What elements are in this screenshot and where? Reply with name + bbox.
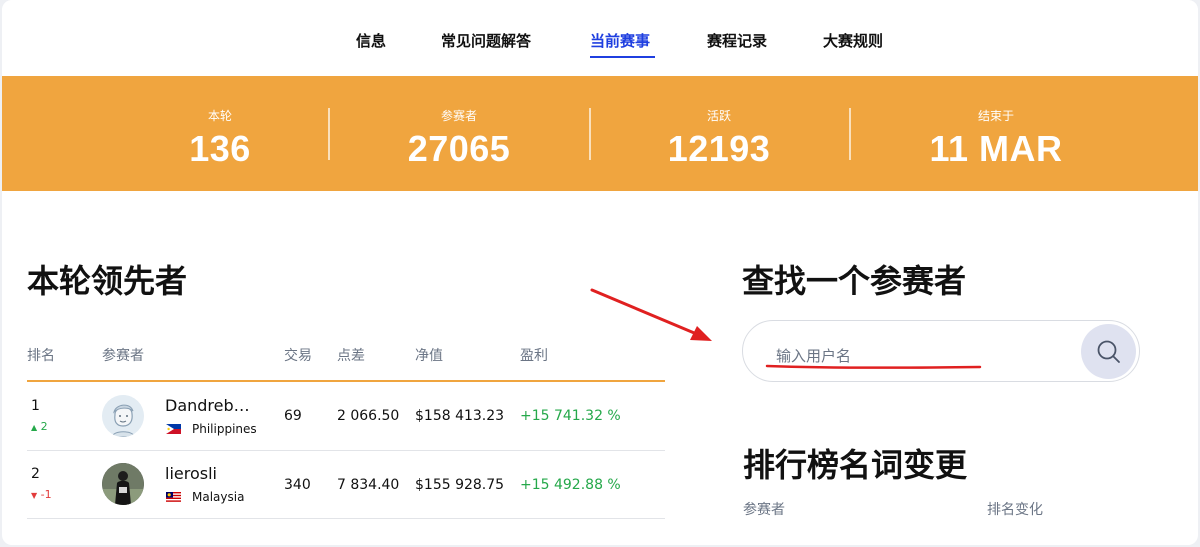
nav-item-rules[interactable]: 大赛规则	[823, 30, 883, 51]
participant-country: Philippines	[192, 422, 257, 436]
nav-item-schedule-history[interactable]: 赛程记录	[707, 30, 767, 51]
philippines-flag-icon	[166, 424, 181, 434]
malaysia-flag-icon	[166, 492, 181, 502]
col-header-rank[interactable]: 排名	[27, 345, 55, 365]
rank-changes-title: 排行榜名词变更	[743, 446, 968, 484]
stat-round-value: 136	[189, 128, 251, 169]
rank-change: ▲ 2	[31, 420, 48, 433]
stat-active-label: 活跃	[706, 109, 731, 123]
col-header-participant: 参赛者	[743, 502, 785, 518]
profit-value: +15 492.88 %	[520, 477, 621, 493]
row-divider	[27, 518, 665, 519]
rank-number: 1	[31, 398, 40, 414]
points-value: 7 834.40	[337, 477, 400, 493]
equity-value: $155 928.75	[415, 477, 505, 493]
photo-avatar-icon	[102, 463, 144, 505]
stat-participants-value: 27065	[407, 128, 511, 169]
stat-ends-value: 11 MAR	[929, 128, 1063, 169]
rank-number: 2	[31, 466, 40, 482]
points-value: 2 066.50	[337, 408, 400, 424]
stat-active-value: 12193	[667, 128, 771, 169]
stat-round: 本轮 136	[120, 76, 320, 191]
stat-divider	[589, 108, 591, 160]
cartoon-avatar-icon	[102, 395, 144, 437]
stats-banner: 本轮 136 参赛者 27065 活跃 12193 结束于 11 MAR	[2, 76, 1198, 191]
stat-participants: 参赛者 27065	[359, 76, 559, 191]
col-header-trades[interactable]: 交易	[284, 345, 312, 365]
search-input[interactable]: 输入用户名	[742, 320, 1140, 382]
nav-item-info[interactable]: 信息	[356, 30, 386, 51]
avatar[interactable]	[102, 395, 144, 437]
col-header-points[interactable]: 点差	[337, 345, 365, 365]
arrow-up-icon: ▲	[31, 423, 38, 432]
nav-item-faq[interactable]: 常见问题解答	[441, 30, 531, 51]
top-nav: 信息 常见问题解答 当前赛事 赛程记录 大赛规则	[2, 0, 1198, 76]
col-header-participant[interactable]: 参赛者	[102, 345, 144, 365]
rank-change-value: 2	[40, 420, 48, 433]
leaders-title: 本轮领先者	[27, 262, 188, 300]
stat-participants-label: 参赛者	[440, 109, 477, 123]
col-header-rank-change: 排名变化	[987, 502, 1043, 518]
active-tab-underline	[590, 56, 655, 58]
trades-value: 69	[284, 408, 302, 424]
row-divider	[27, 450, 665, 451]
stat-ends: 结束于 11 MAR	[896, 76, 1096, 191]
arrow-down-icon: ▼	[31, 491, 38, 500]
participant-country: Malaysia	[192, 490, 245, 504]
stat-active: 活跃 12193	[619, 76, 819, 191]
participant-name[interactable]: Dandreb…	[165, 396, 250, 415]
col-header-profit[interactable]: 盈利	[520, 345, 548, 365]
search-button[interactable]	[1081, 324, 1136, 379]
profit-value: +15 741.32 %	[520, 408, 621, 424]
nav-item-current-contest[interactable]: 当前赛事	[590, 30, 650, 51]
annotation-arrowhead-icon	[690, 326, 712, 341]
rank-change: ▼ -1	[31, 488, 52, 501]
search-placeholder: 输入用户名	[776, 347, 852, 365]
stat-ends-label: 结束于	[977, 109, 1014, 123]
stat-divider	[328, 108, 330, 160]
avatar[interactable]	[102, 463, 144, 505]
col-header-equity[interactable]: 净值	[415, 345, 443, 365]
trades-value: 340	[284, 477, 311, 493]
table-header-divider	[27, 380, 665, 382]
participant-name[interactable]: lierosli	[165, 464, 217, 483]
search-title: 查找一个参赛者	[742, 262, 967, 300]
stat-divider	[849, 108, 851, 160]
page-frame: 信息 常见问题解答 当前赛事 赛程记录 大赛规则 本轮 136 参赛者 2706…	[2, 0, 1198, 545]
search-icon	[1097, 340, 1120, 363]
stat-round-label: 本轮	[207, 109, 232, 123]
equity-value: $158 413.23	[415, 408, 505, 424]
annotation-arrow-icon	[590, 288, 701, 337]
rank-change-value: -1	[40, 488, 52, 501]
